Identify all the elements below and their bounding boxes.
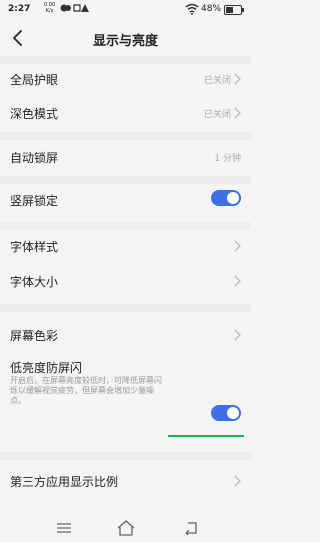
chevron-right-icon <box>234 107 241 119</box>
image-icon <box>73 4 81 12</box>
chevron-right-icon <box>234 275 241 287</box>
battery-icon <box>224 5 244 15</box>
status-bar: 2:27 0.00 K/s 48% <box>0 0 251 20</box>
setting-font-size[interactable]: 字体大小 <box>0 266 251 296</box>
home-icon[interactable] <box>117 520 135 536</box>
battery-percent: 48% <box>201 4 222 14</box>
section-divider <box>0 304 251 312</box>
setting-label: 字体大小 <box>10 275 59 289</box>
chevron-right-icon <box>234 240 241 252</box>
title-bar: 显示与亮度 <box>0 22 251 54</box>
setting-label: 屏幕色彩 <box>10 329 59 343</box>
setting-eye-protection[interactable]: 全局护眼 已关闭 <box>0 64 251 94</box>
setting-label: 自动锁屏 <box>10 151 59 165</box>
setting-screen-color[interactable]: 屏幕色彩 <box>0 320 251 350</box>
section-divider <box>0 222 251 230</box>
description-line: 烁以缓解视觉疲劳，但屏幕会增加少量噪 <box>10 386 154 395</box>
section-divider <box>0 452 251 460</box>
setting-label: 全局护眼 <box>10 73 59 87</box>
description-line: 开启后，在屏幕亮度较低时，可降低屏幕闪 <box>10 376 162 385</box>
setting-label: 竖屏锁定 <box>10 194 59 208</box>
notification-icon-row <box>60 4 89 12</box>
section-divider <box>0 132 251 140</box>
setting-value: 已关闭 <box>203 76 231 86</box>
setting-value: 1 分钟 <box>214 154 241 164</box>
battery-fill <box>226 7 233 13</box>
portrait-lock-toggle[interactable] <box>211 190 241 206</box>
setting-third-party-ratio[interactable]: 第三方应用显示比例 <box>0 466 251 496</box>
section-divider <box>0 56 251 64</box>
net-speed: 0.00 K/s <box>44 2 55 14</box>
setting-value: 已关闭 <box>203 110 231 120</box>
section-divider <box>0 176 251 184</box>
setting-label: 字体样式 <box>10 240 59 254</box>
toggle-knob <box>227 407 239 419</box>
setting-label: 深色模式 <box>10 107 59 121</box>
notification-icons <box>60 3 94 16</box>
setting-dark-mode[interactable]: 深色模式 已关闭 <box>0 98 251 128</box>
setting-label: 低亮度防屏闪 <box>10 361 83 375</box>
chevron-right-icon <box>234 73 241 85</box>
back-icon[interactable] <box>184 521 198 535</box>
system-nav-bar <box>0 514 251 542</box>
highlight-underline <box>168 435 244 437</box>
net-speed-unit: K/s <box>45 8 54 14</box>
setting-portrait-lock: 竖屏锁定 <box>0 185 251 215</box>
wifi-icon <box>185 3 199 15</box>
description-line: 点。 <box>10 396 26 405</box>
toggle-knob <box>227 192 239 204</box>
page-title: 显示与亮度 <box>92 34 158 49</box>
setting-low-brightness-flicker: 低亮度防屏闪 开启后，在屏幕亮度较低时，可降低屏幕闪 烁以缓解视觉疲劳，但屏幕会… <box>0 353 251 443</box>
chevron-right-icon <box>234 475 241 487</box>
setting-description: 开启后，在屏幕亮度较低时，可降低屏幕闪 烁以缓解视觉疲劳，但屏幕会增加少量噪 点… <box>10 376 200 406</box>
menu-icon[interactable] <box>57 523 71 533</box>
status-time: 2:27 <box>8 4 31 14</box>
alert-icon <box>81 4 89 12</box>
setting-auto-lock[interactable]: 自动锁屏 1 分钟 <box>0 142 251 172</box>
chevron-right-icon <box>234 329 241 341</box>
low-brightness-flicker-toggle[interactable] <box>211 405 241 421</box>
setting-label: 第三方应用显示比例 <box>10 475 119 489</box>
setting-font-style[interactable]: 字体样式 <box>0 231 251 261</box>
